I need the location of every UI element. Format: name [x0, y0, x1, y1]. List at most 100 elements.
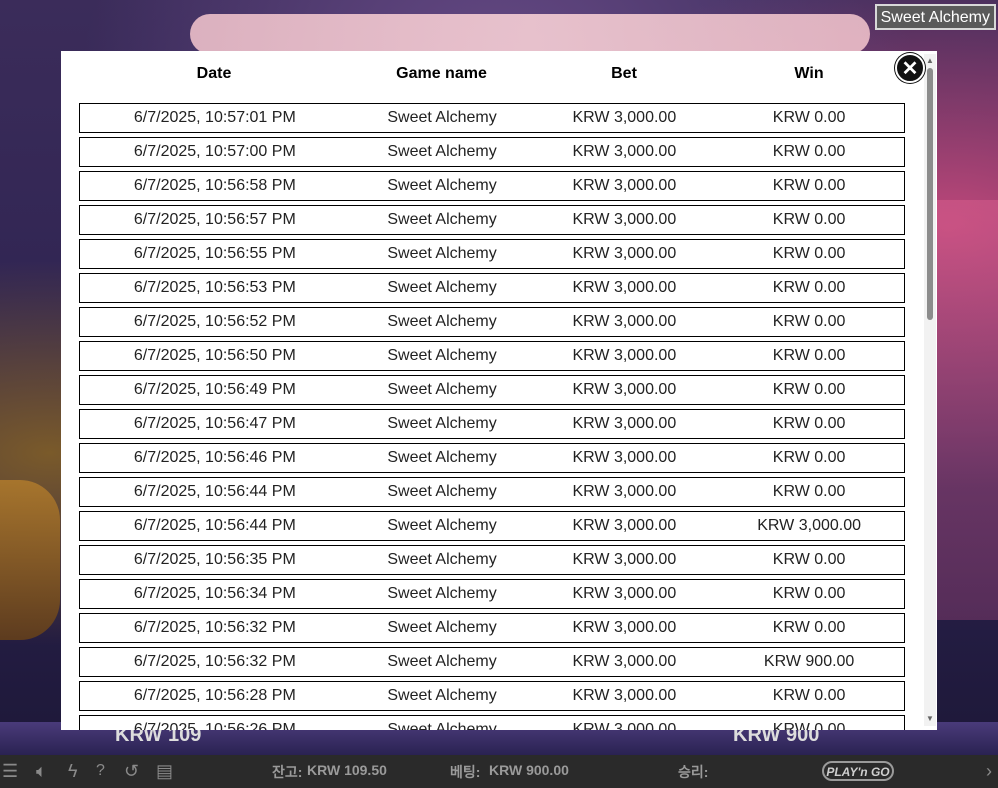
playngo-logo: PLAY'n GO [822, 761, 894, 781]
game-title-tag: Sweet Alchemy [874, 4, 996, 30]
row-win: KRW 0.00 [772, 449, 846, 466]
row-bet: KRW 3,000.00 [572, 653, 677, 670]
row-win: KRW 0.00 [772, 381, 846, 398]
row-date: 6/7/2025, 10:56:58 PM [133, 177, 296, 194]
row-game-name: Sweet Alchemy [387, 415, 497, 432]
row-win: KRW 0.00 [772, 687, 846, 704]
help-icon[interactable]: ? [96, 762, 105, 780]
row-win: KRW 0.00 [772, 279, 846, 296]
row-date: 6/7/2025, 10:56:44 PM [133, 483, 296, 500]
row-win: KRW 0.00 [772, 143, 846, 160]
close-icon: ✕ [901, 57, 919, 80]
row-bet: KRW 3,000.00 [572, 109, 677, 126]
row-date: 6/7/2025, 10:56:57 PM [133, 211, 296, 228]
history-row: 6/7/2025, 10:56:35 PM Sweet Alchemy KRW 3,… [79, 545, 905, 575]
row-bet: KRW 3,000.00 [572, 551, 677, 568]
row-win: KRW 0.00 [772, 177, 846, 194]
row-date: 6/7/2025, 10:56:34 PM [133, 585, 296, 602]
history-icon[interactable]: ↺ [124, 761, 139, 782]
history-header: Date Game name Bet Win [79, 65, 905, 89]
row-win: KRW 0.00 [772, 211, 846, 228]
row-bet: KRW 3,000.00 [572, 245, 677, 262]
history-row: 6/7/2025, 10:57:01 PM Sweet Alchemy KRW 3,… [79, 103, 905, 133]
row-date: 6/7/2025, 10:56:44 PM [133, 517, 296, 534]
speaker-icon[interactable]: 🔈︎ [36, 761, 47, 782]
row-win: KRW 3,000.00 [757, 517, 861, 534]
header-game-name: Game name [396, 65, 487, 82]
lightning-icon[interactable]: ϟ [68, 761, 78, 782]
row-game-name: Sweet Alchemy [387, 279, 497, 296]
balance-label: 잔고: [272, 764, 303, 780]
game-left-decoration [0, 480, 60, 640]
row-date: 6/7/2025, 10:56:28 PM [133, 687, 296, 704]
history-modal: Date Game name Bet Win 6/7/2025, 10:57:0… [61, 51, 937, 730]
row-game-name: Sweet Alchemy [387, 721, 497, 730]
row-bet: KRW 3,000.00 [572, 721, 677, 730]
row-game-name: Sweet Alchemy [387, 245, 497, 262]
row-date: 6/7/2025, 10:57:00 PM [133, 143, 296, 160]
row-win: KRW 0.00 [772, 245, 846, 262]
row-date: 6/7/2025, 10:56:52 PM [133, 313, 296, 330]
book-icon[interactable]: ▤ [156, 761, 173, 782]
row-game-name: Sweet Alchemy [387, 347, 497, 364]
chevron-right-icon[interactable]: › [986, 761, 992, 782]
row-game-name: Sweet Alchemy [387, 517, 497, 534]
bet-value: KRW 900.00 [489, 762, 569, 778]
close-button[interactable]: ✕ [895, 53, 925, 83]
row-bet: KRW 3,000.00 [572, 687, 677, 704]
history-row: 6/7/2025, 10:56:58 PM Sweet Alchemy KRW 3,… [79, 171, 905, 201]
row-win: KRW 0.00 [772, 313, 846, 330]
history-row: 6/7/2025, 10:56:55 PM Sweet Alchemy KRW 3,… [79, 239, 905, 269]
row-bet: KRW 3,000.00 [572, 177, 677, 194]
history-row: 6/7/2025, 10:56:44 PM Sweet Alchemy KRW 3,… [79, 511, 905, 541]
history-row: 6/7/2025, 10:56:26 PM Sweet Alchemy KRW 3,… [79, 715, 905, 730]
game-top-decoration [190, 14, 870, 54]
row-date: 6/7/2025, 10:56:46 PM [133, 449, 296, 466]
row-bet: KRW 3,000.00 [572, 449, 677, 466]
row-date: 6/7/2025, 10:56:53 PM [133, 279, 296, 296]
row-date: 6/7/2025, 10:56:32 PM [133, 619, 296, 636]
row-game-name: Sweet Alchemy [387, 211, 497, 228]
bet-label: 베팅: [450, 764, 481, 780]
row-game-name: Sweet Alchemy [387, 551, 497, 568]
row-game-name: Sweet Alchemy [387, 619, 497, 636]
history-scrollbar[interactable]: ▲ ▼ [924, 54, 936, 726]
header-bet: Bet [611, 65, 637, 82]
row-date: 6/7/2025, 10:56:35 PM [133, 551, 296, 568]
row-bet: KRW 3,000.00 [572, 585, 677, 602]
balance-value: KRW 109.50 [307, 762, 387, 778]
row-game-name: Sweet Alchemy [387, 143, 497, 160]
menu-icon[interactable]: ☰ [2, 761, 18, 782]
row-win: KRW 0.00 [772, 415, 846, 432]
game-right-decoration [936, 200, 998, 620]
row-win: KRW 0.00 [772, 347, 846, 364]
row-game-name: Sweet Alchemy [387, 109, 497, 126]
history-row: 6/7/2025, 10:56:50 PM Sweet Alchemy KRW 3,… [79, 341, 905, 371]
row-game-name: Sweet Alchemy [387, 381, 497, 398]
row-win: KRW 0.00 [772, 551, 846, 568]
row-date: 6/7/2025, 10:57:01 PM [133, 109, 296, 126]
history-row: 6/7/2025, 10:56:53 PM Sweet Alchemy KRW 3,… [79, 273, 905, 303]
row-game-name: Sweet Alchemy [387, 483, 497, 500]
row-win: KRW 0.00 [772, 619, 846, 636]
scroll-up-icon[interactable]: ▲ [925, 56, 935, 66]
row-bet: KRW 3,000.00 [572, 347, 677, 364]
history-row: 6/7/2025, 10:56:47 PM Sweet Alchemy KRW 3,… [79, 409, 905, 439]
row-date: 6/7/2025, 10:56:47 PM [133, 415, 296, 432]
scroll-thumb[interactable] [927, 68, 933, 320]
row-bet: KRW 3,000.00 [572, 143, 677, 160]
row-date: 6/7/2025, 10:56:32 PM [133, 653, 296, 670]
row-date: 6/7/2025, 10:56:26 PM [133, 721, 296, 730]
history-row: 6/7/2025, 10:56:28 PM Sweet Alchemy KRW 3,… [79, 681, 905, 711]
row-game-name: Sweet Alchemy [387, 449, 497, 466]
row-bet: KRW 3,000.00 [572, 517, 677, 534]
row-bet: KRW 3,000.00 [572, 415, 677, 432]
row-game-name: Sweet Alchemy [387, 177, 497, 194]
row-date: 6/7/2025, 10:56:49 PM [133, 381, 296, 398]
game-bottom-bar: ☰ 🔈︎ ϟ ? ↺ ▤ 잔고: KRW 109.50 베팅: KRW 900.… [0, 755, 998, 788]
history-row: 6/7/2025, 10:56:49 PM Sweet Alchemy KRW 3,… [79, 375, 905, 405]
scroll-down-icon[interactable]: ▼ [925, 714, 935, 724]
row-game-name: Sweet Alchemy [387, 585, 497, 602]
history-row: 6/7/2025, 10:56:46 PM Sweet Alchemy KRW 3,… [79, 443, 905, 473]
row-game-name: Sweet Alchemy [387, 313, 497, 330]
